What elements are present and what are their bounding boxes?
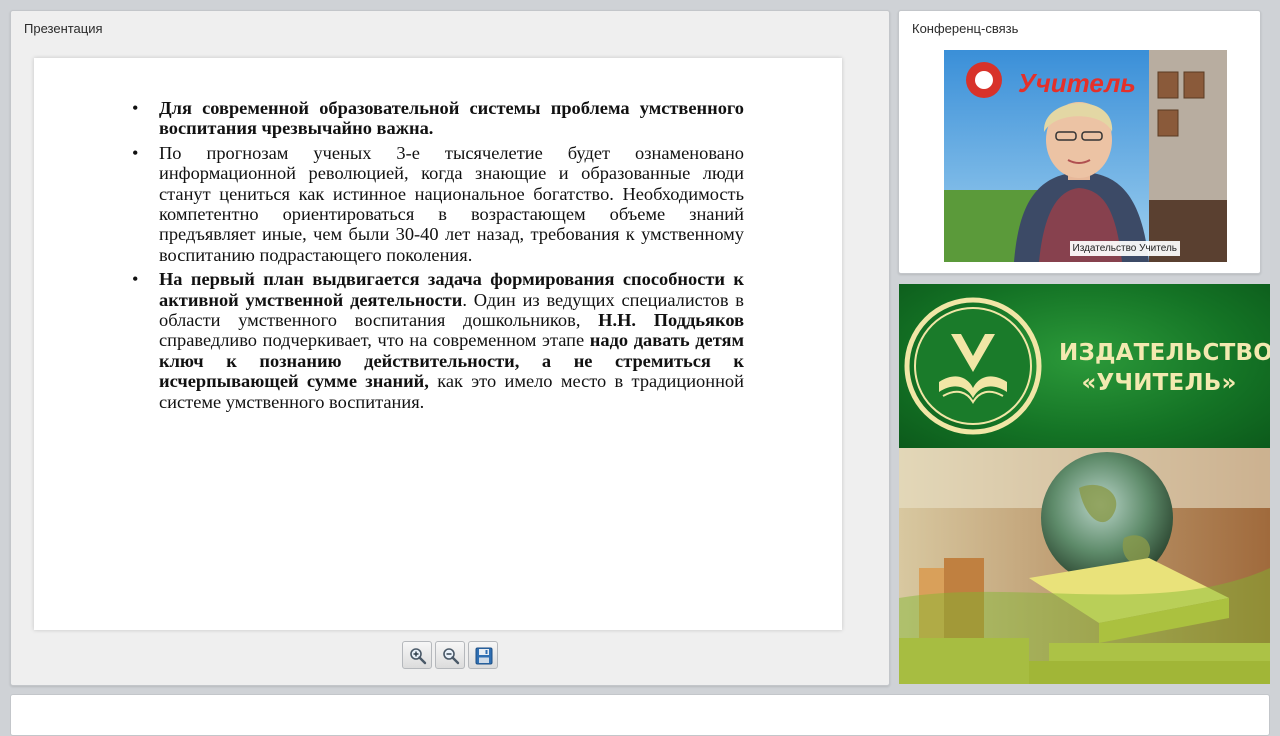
conference-video[interactable]: Учитель Издательство Учитель — [944, 50, 1227, 262]
presentation-slide: • Для современной образовательной системы… — [34, 58, 842, 630]
publisher-name: ИЗДАТЕЛЬСТВО «УЧИТЕЛЬ» — [1059, 338, 1270, 398]
slide-text-segment: По прогнозам ученых 3-е тысячелетие буде… — [159, 142, 744, 265]
floppy-disk-icon — [475, 647, 493, 665]
slide-bullet: • Для современной образовательной системы… — [132, 98, 744, 139]
publisher-name-line1: ИЗДАТЕЛЬСТВО — [1059, 340, 1270, 366]
slide-text: • Для современной образовательной системы… — [132, 98, 744, 416]
slide-bullet: • По прогнозам ученых 3-е тысячелетие буд… — [132, 143, 744, 265]
publisher-name-line2: «УЧИТЕЛЬ» — [1081, 370, 1237, 396]
conference-panel-title: Конференц-связь — [912, 21, 1019, 36]
presenter-video-frame: Учитель — [944, 50, 1227, 262]
save-button[interactable] — [468, 641, 498, 669]
bullet-marker: • — [132, 269, 139, 290]
zoom-in-button[interactable] — [402, 641, 432, 669]
presentation-panel-title: Презентация — [24, 21, 103, 36]
globe-and-books-image — [899, 448, 1270, 684]
zoom-out-button[interactable] — [435, 641, 465, 669]
zoom-in-icon — [410, 648, 427, 665]
bullet-marker: • — [132, 142, 139, 163]
slide-text-segment: справедливо подчеркивает, что на совреме… — [159, 330, 590, 351]
banner-logo-area: ИЗДАТЕЛЬСТВО «УЧИТЕЛЬ» — [899, 284, 1270, 448]
publisher-logo-icon — [904, 297, 1042, 435]
video-caption: Издательство Учитель — [1069, 241, 1180, 256]
bottom-panel — [10, 694, 1270, 736]
slide-text-segment: Н.Н. Поддьяков — [598, 310, 744, 331]
bullet-marker: • — [132, 98, 139, 118]
zoom-out-icon — [443, 648, 460, 665]
conference-panel: Конференц-связь Учитель Издательство Учи… — [898, 10, 1261, 274]
video-backdrop-logo-text: Учитель — [1018, 68, 1136, 98]
publisher-banner: ИЗДАТЕЛЬСТВО «УЧИТЕЛЬ» — [899, 284, 1270, 684]
banner-books-image — [899, 448, 1270, 684]
slide-text-segment: Для современной образовательной системы … — [159, 98, 744, 139]
slide-bullet: • На первый план выдвигается задача форми… — [132, 269, 744, 412]
presentation-panel: Презентация • Для современной образовател… — [10, 10, 890, 686]
